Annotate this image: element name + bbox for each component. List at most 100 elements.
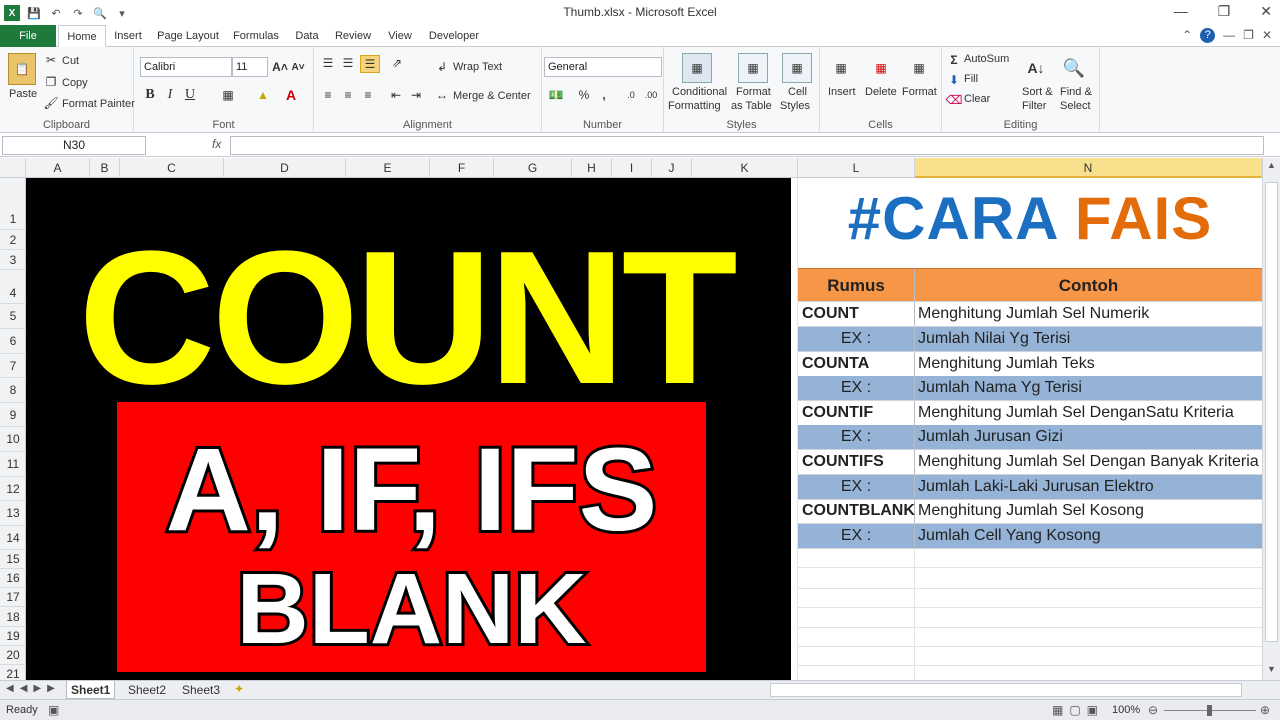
table-cell[interactable]: Jumlah Nama Yg Terisi bbox=[915, 376, 1262, 400]
column-header[interactable]: L bbox=[798, 158, 915, 178]
format-cells-button[interactable]: Format bbox=[902, 86, 937, 98]
font-size-select[interactable]: 11 bbox=[232, 57, 268, 77]
align-middle-icon[interactable]: ☰ bbox=[340, 55, 356, 71]
doc-minimize-icon[interactable]: — bbox=[1223, 28, 1235, 43]
cut-button[interactable]: Cut bbox=[62, 55, 79, 67]
align-right-icon[interactable]: ≡ bbox=[360, 87, 376, 103]
accounting-format-icon[interactable]: 💵 bbox=[546, 87, 566, 103]
merge-center-button[interactable]: Merge & Center bbox=[453, 90, 531, 102]
shrink-font-icon[interactable]: A˅ bbox=[290, 59, 306, 75]
table-cell[interactable]: Menghitung Jumlah Sel Dengan Banyak Krit… bbox=[915, 450, 1262, 474]
row-header[interactable]: 9 bbox=[0, 403, 26, 427]
cell-styles-line1[interactable]: Cell bbox=[788, 86, 807, 98]
format-painter-button[interactable]: Format Painter bbox=[62, 98, 135, 110]
tab-view[interactable]: View bbox=[384, 25, 416, 47]
row-header[interactable]: 17 bbox=[0, 588, 26, 607]
scroll-up-icon[interactable]: ▲ bbox=[1265, 160, 1278, 172]
close-icon[interactable]: ✕ bbox=[1260, 3, 1272, 20]
row-header[interactable]: 1 bbox=[0, 178, 26, 230]
find-select-line2[interactable]: Select bbox=[1060, 100, 1091, 112]
paste-button[interactable]: Paste bbox=[9, 88, 37, 100]
zoom-out-icon[interactable]: ⊖ bbox=[1148, 703, 1158, 717]
table-cell[interactable]: Menghitung Jumlah Teks bbox=[915, 352, 1262, 376]
select-all-corner[interactable] bbox=[0, 158, 26, 178]
sort-filter-line1[interactable]: Sort & bbox=[1022, 86, 1053, 98]
cell-styles-icon[interactable]: ▦ bbox=[782, 53, 812, 83]
row-header[interactable]: 5 bbox=[0, 304, 26, 329]
align-bottom-icon[interactable]: ☰ bbox=[360, 55, 380, 73]
row-header[interactable]: 2 bbox=[0, 230, 26, 250]
column-header[interactable]: H bbox=[572, 158, 612, 178]
autosum-button[interactable]: AutoSum bbox=[964, 53, 1009, 65]
tab-insert[interactable]: Insert bbox=[110, 25, 146, 47]
row-header[interactable]: 16 bbox=[0, 569, 26, 588]
underline-icon[interactable]: U bbox=[182, 87, 198, 103]
align-left-icon[interactable]: ≡ bbox=[320, 87, 336, 103]
table-cell[interactable]: Jumlah Jurusan Gizi bbox=[915, 425, 1262, 449]
table-cell[interactable]: COUNTIF bbox=[798, 401, 915, 425]
macro-record-icon[interactable]: ▣ bbox=[48, 703, 59, 717]
header-contoh[interactable]: Contoh bbox=[915, 269, 1262, 301]
align-center-icon[interactable]: ≡ bbox=[340, 87, 356, 103]
cell-styles-line2[interactable]: Styles bbox=[780, 100, 810, 112]
table-cell[interactable]: Menghitung Jumlah Sel Numerik bbox=[915, 302, 1262, 326]
format-painter-icon[interactable]: 🖌 bbox=[43, 96, 58, 110]
cut-icon[interactable]: ✂ bbox=[44, 53, 58, 67]
tab-home[interactable]: Home bbox=[58, 25, 106, 47]
sheet-tab[interactable]: Sheet2 bbox=[124, 681, 170, 699]
row-header[interactable]: 15 bbox=[0, 550, 26, 569]
sheet-tab-active[interactable]: Sheet1 bbox=[66, 681, 116, 699]
column-header[interactable]: A bbox=[26, 158, 90, 178]
column-header[interactable]: K bbox=[692, 158, 798, 178]
column-header-selected[interactable]: N bbox=[915, 158, 1262, 178]
zoom-level[interactable]: 100% bbox=[1112, 704, 1140, 716]
conditional-formatting-icon[interactable]: ▦ bbox=[682, 53, 712, 83]
increase-decimal-icon[interactable]: .0 bbox=[622, 87, 640, 103]
row-header[interactable]: 12 bbox=[0, 477, 26, 501]
row-header[interactable]: 13 bbox=[0, 501, 26, 526]
sheet-nav-arrows-icon[interactable]: ◀◀▶▶ bbox=[6, 683, 61, 694]
row-header[interactable]: 19 bbox=[0, 627, 26, 646]
table-cell[interactable]: EX : bbox=[798, 376, 915, 400]
borders-icon[interactable]: ▦ bbox=[218, 87, 238, 103]
copy-icon[interactable]: ❐ bbox=[44, 75, 58, 89]
zoom-in-icon[interactable]: ⊕ bbox=[1260, 703, 1270, 717]
formula-input[interactable] bbox=[230, 136, 1264, 155]
minimize-icon[interactable]: — bbox=[1174, 3, 1188, 20]
table-cell[interactable]: Jumlah Laki-Laki Jurusan Elektro bbox=[915, 475, 1262, 499]
copy-button[interactable]: Copy bbox=[62, 77, 88, 89]
table-cell[interactable]: Jumlah Cell Yang Kosong bbox=[915, 524, 1262, 548]
new-sheet-icon[interactable]: ✦ bbox=[234, 682, 244, 696]
conditional-formatting-line2[interactable]: Formatting bbox=[668, 100, 721, 112]
row-header[interactable]: 3 bbox=[0, 250, 26, 270]
conditional-formatting-line1[interactable]: Conditional bbox=[672, 86, 727, 98]
table-cell[interactable]: Menghitung Jumlah Sel Kosong bbox=[915, 499, 1262, 523]
tab-formulas[interactable]: Formulas bbox=[230, 25, 282, 47]
italic-icon[interactable]: I bbox=[162, 87, 178, 103]
font-color-icon[interactable]: A bbox=[282, 87, 300, 103]
decrease-decimal-icon[interactable]: .00 bbox=[642, 87, 660, 103]
row-header[interactable]: 7 bbox=[0, 354, 26, 378]
column-header[interactable]: E bbox=[346, 158, 430, 178]
row-header[interactable]: 11 bbox=[0, 452, 26, 477]
table-cell[interactable]: COUNTIFS bbox=[798, 450, 915, 474]
tab-file[interactable]: File bbox=[0, 25, 56, 47]
scroll-down-icon[interactable]: ▼ bbox=[1265, 664, 1278, 676]
column-header[interactable]: C bbox=[120, 158, 224, 178]
row-header[interactable]: 18 bbox=[0, 607, 26, 627]
number-format-select[interactable]: General bbox=[544, 57, 662, 77]
insert-function-icon[interactable]: fx bbox=[212, 137, 221, 151]
table-cell[interactable]: Menghitung Jumlah Sel DenganSatu Kriteri… bbox=[915, 401, 1262, 425]
find-select-icon[interactable]: 🔍 bbox=[1060, 53, 1088, 83]
collapse-ribbon-icon[interactable]: ⌃ bbox=[1182, 28, 1192, 43]
row-header[interactable]: 21 bbox=[0, 665, 26, 681]
help-icon[interactable]: ? bbox=[1200, 28, 1216, 43]
header-rumus[interactable]: Rumus bbox=[798, 269, 915, 301]
table-cell[interactable]: COUNTBLANK bbox=[798, 499, 915, 523]
format-as-table-line1[interactable]: Format bbox=[736, 86, 771, 98]
sheet-tab[interactable]: Sheet3 bbox=[178, 681, 224, 699]
grow-font-icon[interactable]: A˄ bbox=[272, 59, 288, 75]
increase-indent-icon[interactable]: ⇥ bbox=[408, 87, 424, 103]
orientation-icon[interactable]: ⇗ bbox=[388, 55, 406, 71]
find-select-line1[interactable]: Find & bbox=[1060, 86, 1092, 98]
